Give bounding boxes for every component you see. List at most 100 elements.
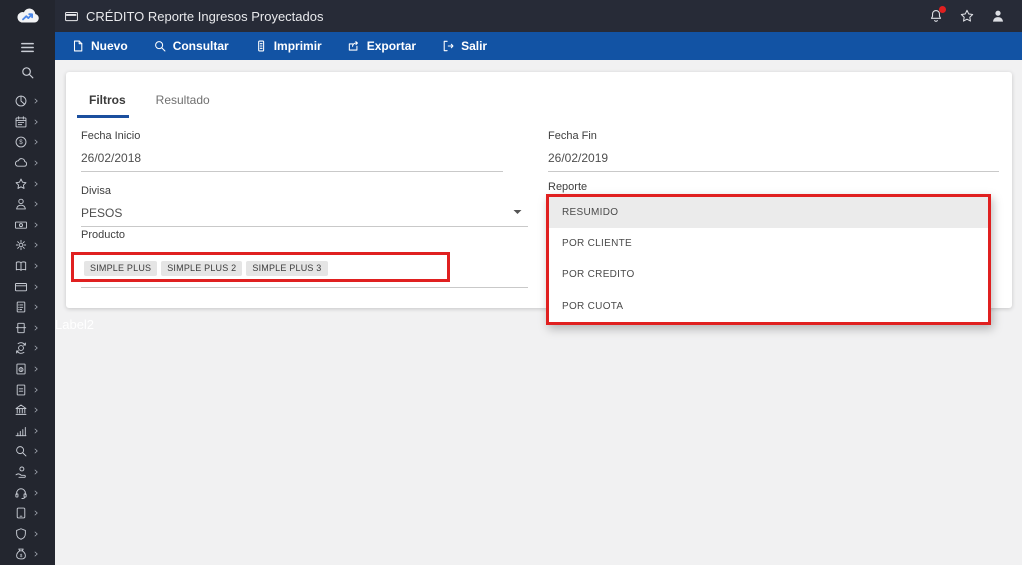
print-icon [254,39,268,53]
favorites-icon[interactable] [959,8,975,24]
book-icon [14,259,28,273]
sidebar-item-book[interactable] [0,256,55,277]
chevron-right-icon [33,139,39,145]
sidebar-item-credit-card[interactable] [0,276,55,297]
sidebar-item-banknote[interactable] [0,215,55,236]
document-checklist-icon [14,300,28,314]
chevron-right-icon [33,366,39,372]
menu-toggle-button[interactable] [0,39,55,56]
sidebar-item-invoice-dollar[interactable]: $ [0,359,55,380]
left-sidebar: $ $ $ [0,32,55,565]
sidebar-item-money-bag[interactable]: $ [0,544,55,565]
sidebar-search-button[interactable] [0,65,55,80]
credit-card-panel-icon [64,9,79,24]
export-icon [347,39,361,53]
chevron-right-icon [33,119,39,125]
bar-chart-icon [14,424,28,438]
chevron-right-icon [33,448,39,454]
sidebar-item-person[interactable] [0,194,55,215]
divisa-value[interactable]: PESOS [81,206,528,220]
chevron-right-icon [33,531,39,537]
toolbar-button-label: Exportar [366,39,417,53]
tab-filtros[interactable]: Filtros [89,93,126,107]
chevron-right-icon [33,469,39,475]
reporte-option[interactable]: POR CUOTA [549,291,988,322]
reporte-option[interactable]: RESUMIDO [549,197,988,229]
banknote-icon [14,218,28,232]
chevron-right-icon [33,263,39,269]
chevron-right-icon [33,181,39,187]
sidebar-item-printer[interactable] [0,318,55,339]
toolbar-button-imprimir[interactable]: Imprimir [254,39,322,53]
tab-resultado[interactable]: Resultado [156,93,210,107]
chevron-right-icon [33,490,39,496]
fecha-inicio-field[interactable]: Fecha Inicio 26/02/2018 [81,130,503,172]
sidebar-item-document[interactable] [0,379,55,400]
menu-icon [19,39,36,56]
search-icon [20,65,35,80]
toolbar-button-label: Nuevo [91,39,128,53]
pie-chart-icon [14,94,28,108]
fecha-inicio-value[interactable]: 26/02/2018 [81,151,503,165]
top-header-bar: CRÉDITO Reporte Ingresos Proyectados [0,0,1022,32]
cloud-chart-logo-icon [15,6,41,26]
tab-bar: Filtros Resultado [89,93,210,107]
chevron-down-icon[interactable] [513,209,522,215]
notifications-icon[interactable] [928,6,946,24]
sidebar-item-headset[interactable] [0,482,55,503]
producto-field: Producto [81,229,125,242]
chevron-right-icon [33,325,39,331]
svg-text:$: $ [20,554,23,559]
fecha-fin-field[interactable]: Fecha Fin 26/02/2019 [548,130,999,172]
producto-chip[interactable]: SIMPLE PLUS 3 [246,261,328,276]
sidebar-item-gear[interactable] [0,235,55,256]
sidebar-item-currency-exchange[interactable] [0,338,55,359]
actions-toolbar: Nuevo Consultar Imprimir Exportar Salir [55,32,1022,60]
cloud-icon [14,156,28,170]
producto-chip[interactable]: SIMPLE PLUS 2 [161,261,243,276]
search-icon [14,444,28,458]
user-icon[interactable] [990,8,1006,24]
producto-underline [81,287,528,288]
reporte-option[interactable]: POR CLIENTE [549,228,988,259]
toolbar-button-salir[interactable]: Salir [441,39,487,53]
search-icon [153,39,167,53]
svg-text:$: $ [19,140,23,147]
sidebar-item-search[interactable] [0,441,55,462]
chevron-right-icon [33,222,39,228]
sidebar-item-document-checklist[interactable] [0,297,55,318]
sidebar-item-star[interactable] [0,173,55,194]
sidebar-item-hand-coin[interactable] [0,462,55,483]
sidebar-item-cloud[interactable] [0,153,55,174]
chevron-right-icon [33,160,39,166]
background-label: Label2 [55,317,95,332]
sidebar-item-bar-chart[interactable] [0,421,55,442]
toolbar-button-label: Salir [461,39,488,53]
money-bag-icon: $ [14,547,28,561]
person-icon [14,197,28,211]
sidebar-item-pie-chart[interactable] [0,91,55,112]
exit-icon [441,39,455,53]
sidebar-item-coin-dollar[interactable]: $ [0,132,55,153]
toolbar-button-exportar[interactable]: Exportar [347,39,416,53]
sidebar-item-shield[interactable] [0,523,55,544]
chevron-right-icon [33,510,39,516]
sidebar-item-calendar[interactable] [0,112,55,133]
sidebar-item-tablet[interactable] [0,503,55,524]
reporte-option[interactable]: POR CREDITO [549,259,988,290]
reporte-label: Reporte [548,181,588,193]
chevron-right-icon [33,387,39,393]
fecha-fin-value[interactable]: 26/02/2019 [548,151,999,165]
divisa-select[interactable]: Divisa PESOS [81,185,528,227]
chevron-right-icon [33,304,39,310]
toolbar-button-nuevo[interactable]: Nuevo [71,39,128,53]
toolbar-button-consultar[interactable]: Consultar [153,39,229,53]
sidebar-item-bank[interactable] [0,400,55,421]
toolbar-button-label: Consultar [172,39,229,53]
reporte-dropdown: RESUMIDO POR CLIENTE POR CREDITO POR CUOTA [546,194,991,325]
app-window: CRÉDITO Reporte Ingresos Proyectados Nue… [0,0,1022,565]
chevron-right-icon [33,201,39,207]
printer-icon [14,321,28,335]
producto-chip[interactable]: SIMPLE PLUS [84,261,158,276]
credit-card-icon [14,280,28,294]
